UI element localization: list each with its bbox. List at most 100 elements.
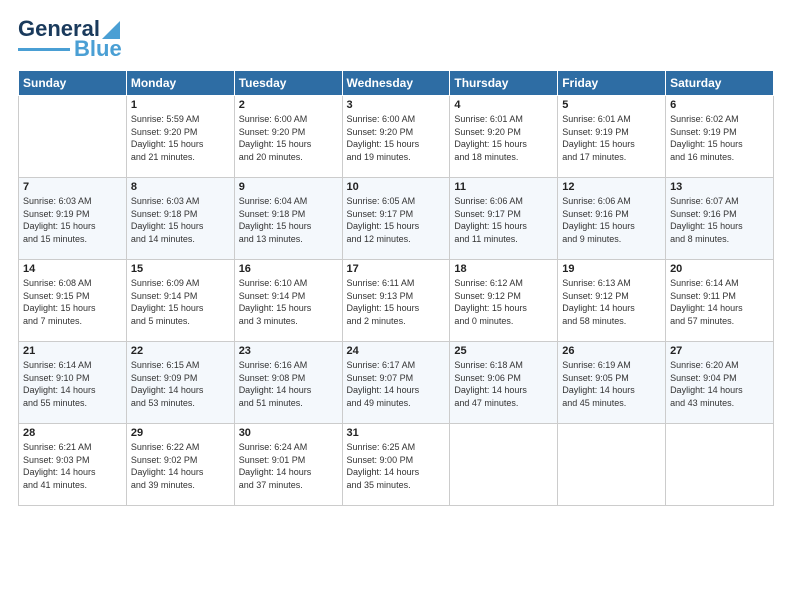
cell-content: Sunrise: 6:11 AM Sunset: 9:13 PM Dayligh… <box>347 277 446 327</box>
weekday-header-monday: Monday <box>126 71 234 96</box>
day-number: 21 <box>23 345 122 357</box>
day-number: 19 <box>562 263 661 275</box>
day-number: 10 <box>347 181 446 193</box>
calendar-cell: 23 Sunrise: 6:16 AM Sunset: 9:08 PM Dayli… <box>234 342 342 424</box>
calendar-cell: 16 Sunrise: 6:10 AM Sunset: 9:14 PM Dayli… <box>234 260 342 342</box>
weekday-header-wednesday: Wednesday <box>342 71 450 96</box>
calendar-cell <box>19 96 127 178</box>
day-number: 25 <box>454 345 553 357</box>
week-row-4: 28Sunrise: 6:21 AM Sunset: 9:03 PM Dayli… <box>19 424 774 506</box>
day-number: 13 <box>670 181 769 193</box>
cell-content: Sunrise: 6:10 AM Sunset: 9:14 PM Dayligh… <box>239 277 338 327</box>
calendar-cell: 10 Sunrise: 6:05 AM Sunset: 9:17 PM Dayli… <box>342 178 450 260</box>
calendar-cell: 1Sunrise: 5:59 AM Sunset: 9:20 PM Daylig… <box>126 96 234 178</box>
cell-content: Sunrise: 6:20 AM Sunset: 9:04 PM Dayligh… <box>670 359 769 409</box>
day-number: 22 <box>131 345 230 357</box>
calendar-cell: 15 Sunrise: 6:09 AM Sunset: 9:14 PM Dayli… <box>126 260 234 342</box>
cell-content: Sunrise: 6:03 AM Sunset: 9:18 PM Dayligh… <box>131 195 230 245</box>
calendar-cell: 7 Sunrise: 6:03 AM Sunset: 9:19 PM Daylig… <box>19 178 127 260</box>
weekday-header-row: SundayMondayTuesdayWednesdayThursdayFrid… <box>19 71 774 96</box>
calendar-cell: 20Sunrise: 6:14 AM Sunset: 9:11 PM Dayli… <box>666 260 774 342</box>
page: General Blue SundayMondayTuesdayWednesda… <box>0 0 792 516</box>
week-row-3: 21 Sunrise: 6:14 AM Sunset: 9:10 PM Dayli… <box>19 342 774 424</box>
day-number: 2 <box>239 99 338 111</box>
day-number: 24 <box>347 345 446 357</box>
cell-content: Sunrise: 6:02 AM Sunset: 9:19 PM Dayligh… <box>670 113 769 163</box>
logo-blue: Blue <box>74 38 122 60</box>
calendar-cell: 13 Sunrise: 6:07 AM Sunset: 9:16 PM Dayli… <box>666 178 774 260</box>
cell-content: Sunrise: 5:59 AM Sunset: 9:20 PM Dayligh… <box>131 113 230 163</box>
calendar-cell: 27 Sunrise: 6:20 AM Sunset: 9:04 PM Dayli… <box>666 342 774 424</box>
calendar-cell: 29 Sunrise: 6:22 AM Sunset: 9:02 PM Dayli… <box>126 424 234 506</box>
calendar-cell <box>450 424 558 506</box>
calendar-cell: 25 Sunrise: 6:18 AM Sunset: 9:06 PM Dayli… <box>450 342 558 424</box>
day-number: 16 <box>239 263 338 275</box>
day-number: 4 <box>454 99 553 111</box>
day-number: 27 <box>670 345 769 357</box>
calendar-cell: 21 Sunrise: 6:14 AM Sunset: 9:10 PM Dayli… <box>19 342 127 424</box>
cell-content: Sunrise: 6:09 AM Sunset: 9:14 PM Dayligh… <box>131 277 230 327</box>
logo-underline <box>18 48 70 51</box>
day-number: 15 <box>131 263 230 275</box>
weekday-header-thursday: Thursday <box>450 71 558 96</box>
week-row-1: 7 Sunrise: 6:03 AM Sunset: 9:19 PM Daylig… <box>19 178 774 260</box>
calendar-cell: 19 Sunrise: 6:13 AM Sunset: 9:12 PM Dayli… <box>558 260 666 342</box>
calendar-cell <box>666 424 774 506</box>
cell-content: Sunrise: 6:04 AM Sunset: 9:18 PM Dayligh… <box>239 195 338 245</box>
cell-content: Sunrise: 6:03 AM Sunset: 9:19 PM Dayligh… <box>23 195 122 245</box>
cell-content: Sunrise: 6:05 AM Sunset: 9:17 PM Dayligh… <box>347 195 446 245</box>
cell-content: Sunrise: 6:01 AM Sunset: 9:19 PM Dayligh… <box>562 113 661 163</box>
calendar-cell: 9 Sunrise: 6:04 AM Sunset: 9:18 PM Daylig… <box>234 178 342 260</box>
weekday-header-friday: Friday <box>558 71 666 96</box>
cell-content: Sunrise: 6:15 AM Sunset: 9:09 PM Dayligh… <box>131 359 230 409</box>
weekday-header-tuesday: Tuesday <box>234 71 342 96</box>
weekday-header-saturday: Saturday <box>666 71 774 96</box>
calendar-cell: 26 Sunrise: 6:19 AM Sunset: 9:05 PM Dayli… <box>558 342 666 424</box>
cell-content: Sunrise: 6:08 AM Sunset: 9:15 PM Dayligh… <box>23 277 122 327</box>
calendar-cell: 28Sunrise: 6:21 AM Sunset: 9:03 PM Dayli… <box>19 424 127 506</box>
day-number: 9 <box>239 181 338 193</box>
day-number: 14 <box>23 263 122 275</box>
cell-content: Sunrise: 6:22 AM Sunset: 9:02 PM Dayligh… <box>131 441 230 491</box>
cell-content: Sunrise: 6:00 AM Sunset: 9:20 PM Dayligh… <box>347 113 446 163</box>
cell-content: Sunrise: 6:24 AM Sunset: 9:01 PM Dayligh… <box>239 441 338 491</box>
calendar-cell: 3Sunrise: 6:00 AM Sunset: 9:20 PM Daylig… <box>342 96 450 178</box>
cell-content: Sunrise: 6:19 AM Sunset: 9:05 PM Dayligh… <box>562 359 661 409</box>
calendar-cell: 11 Sunrise: 6:06 AM Sunset: 9:17 PM Dayli… <box>450 178 558 260</box>
cell-content: Sunrise: 6:01 AM Sunset: 9:20 PM Dayligh… <box>454 113 553 163</box>
day-number: 12 <box>562 181 661 193</box>
day-number: 23 <box>239 345 338 357</box>
calendar-table: SundayMondayTuesdayWednesdayThursdayFrid… <box>18 70 774 506</box>
day-number: 5 <box>562 99 661 111</box>
cell-content: Sunrise: 6:18 AM Sunset: 9:06 PM Dayligh… <box>454 359 553 409</box>
calendar-cell: 31Sunrise: 6:25 AM Sunset: 9:00 PM Dayli… <box>342 424 450 506</box>
cell-content: Sunrise: 6:14 AM Sunset: 9:10 PM Dayligh… <box>23 359 122 409</box>
day-number: 7 <box>23 181 122 193</box>
day-number: 8 <box>131 181 230 193</box>
cell-content: Sunrise: 6:07 AM Sunset: 9:16 PM Dayligh… <box>670 195 769 245</box>
calendar-cell: 6Sunrise: 6:02 AM Sunset: 9:19 PM Daylig… <box>666 96 774 178</box>
cell-content: Sunrise: 6:00 AM Sunset: 9:20 PM Dayligh… <box>239 113 338 163</box>
day-number: 17 <box>347 263 446 275</box>
cell-content: Sunrise: 6:21 AM Sunset: 9:03 PM Dayligh… <box>23 441 122 491</box>
calendar-cell: 17 Sunrise: 6:11 AM Sunset: 9:13 PM Dayli… <box>342 260 450 342</box>
cell-content: Sunrise: 6:17 AM Sunset: 9:07 PM Dayligh… <box>347 359 446 409</box>
calendar-cell: 18Sunrise: 6:12 AM Sunset: 9:12 PM Dayli… <box>450 260 558 342</box>
cell-content: Sunrise: 6:25 AM Sunset: 9:00 PM Dayligh… <box>347 441 446 491</box>
cell-content: Sunrise: 6:13 AM Sunset: 9:12 PM Dayligh… <box>562 277 661 327</box>
calendar-cell: 5 Sunrise: 6:01 AM Sunset: 9:19 PM Daylig… <box>558 96 666 178</box>
day-number: 26 <box>562 345 661 357</box>
week-row-0: 1Sunrise: 5:59 AM Sunset: 9:20 PM Daylig… <box>19 96 774 178</box>
cell-content: Sunrise: 6:06 AM Sunset: 9:17 PM Dayligh… <box>454 195 553 245</box>
cell-content: Sunrise: 6:06 AM Sunset: 9:16 PM Dayligh… <box>562 195 661 245</box>
day-number: 29 <box>131 427 230 439</box>
calendar-cell: 12 Sunrise: 6:06 AM Sunset: 9:16 PM Dayli… <box>558 178 666 260</box>
calendar-cell: 2 Sunrise: 6:00 AM Sunset: 9:20 PM Daylig… <box>234 96 342 178</box>
day-number: 18 <box>454 263 553 275</box>
logo: General Blue <box>18 18 122 60</box>
cell-content: Sunrise: 6:16 AM Sunset: 9:08 PM Dayligh… <box>239 359 338 409</box>
day-number: 30 <box>239 427 338 439</box>
day-number: 11 <box>454 181 553 193</box>
calendar-cell: 30 Sunrise: 6:24 AM Sunset: 9:01 PM Dayli… <box>234 424 342 506</box>
weekday-header-sunday: Sunday <box>19 71 127 96</box>
